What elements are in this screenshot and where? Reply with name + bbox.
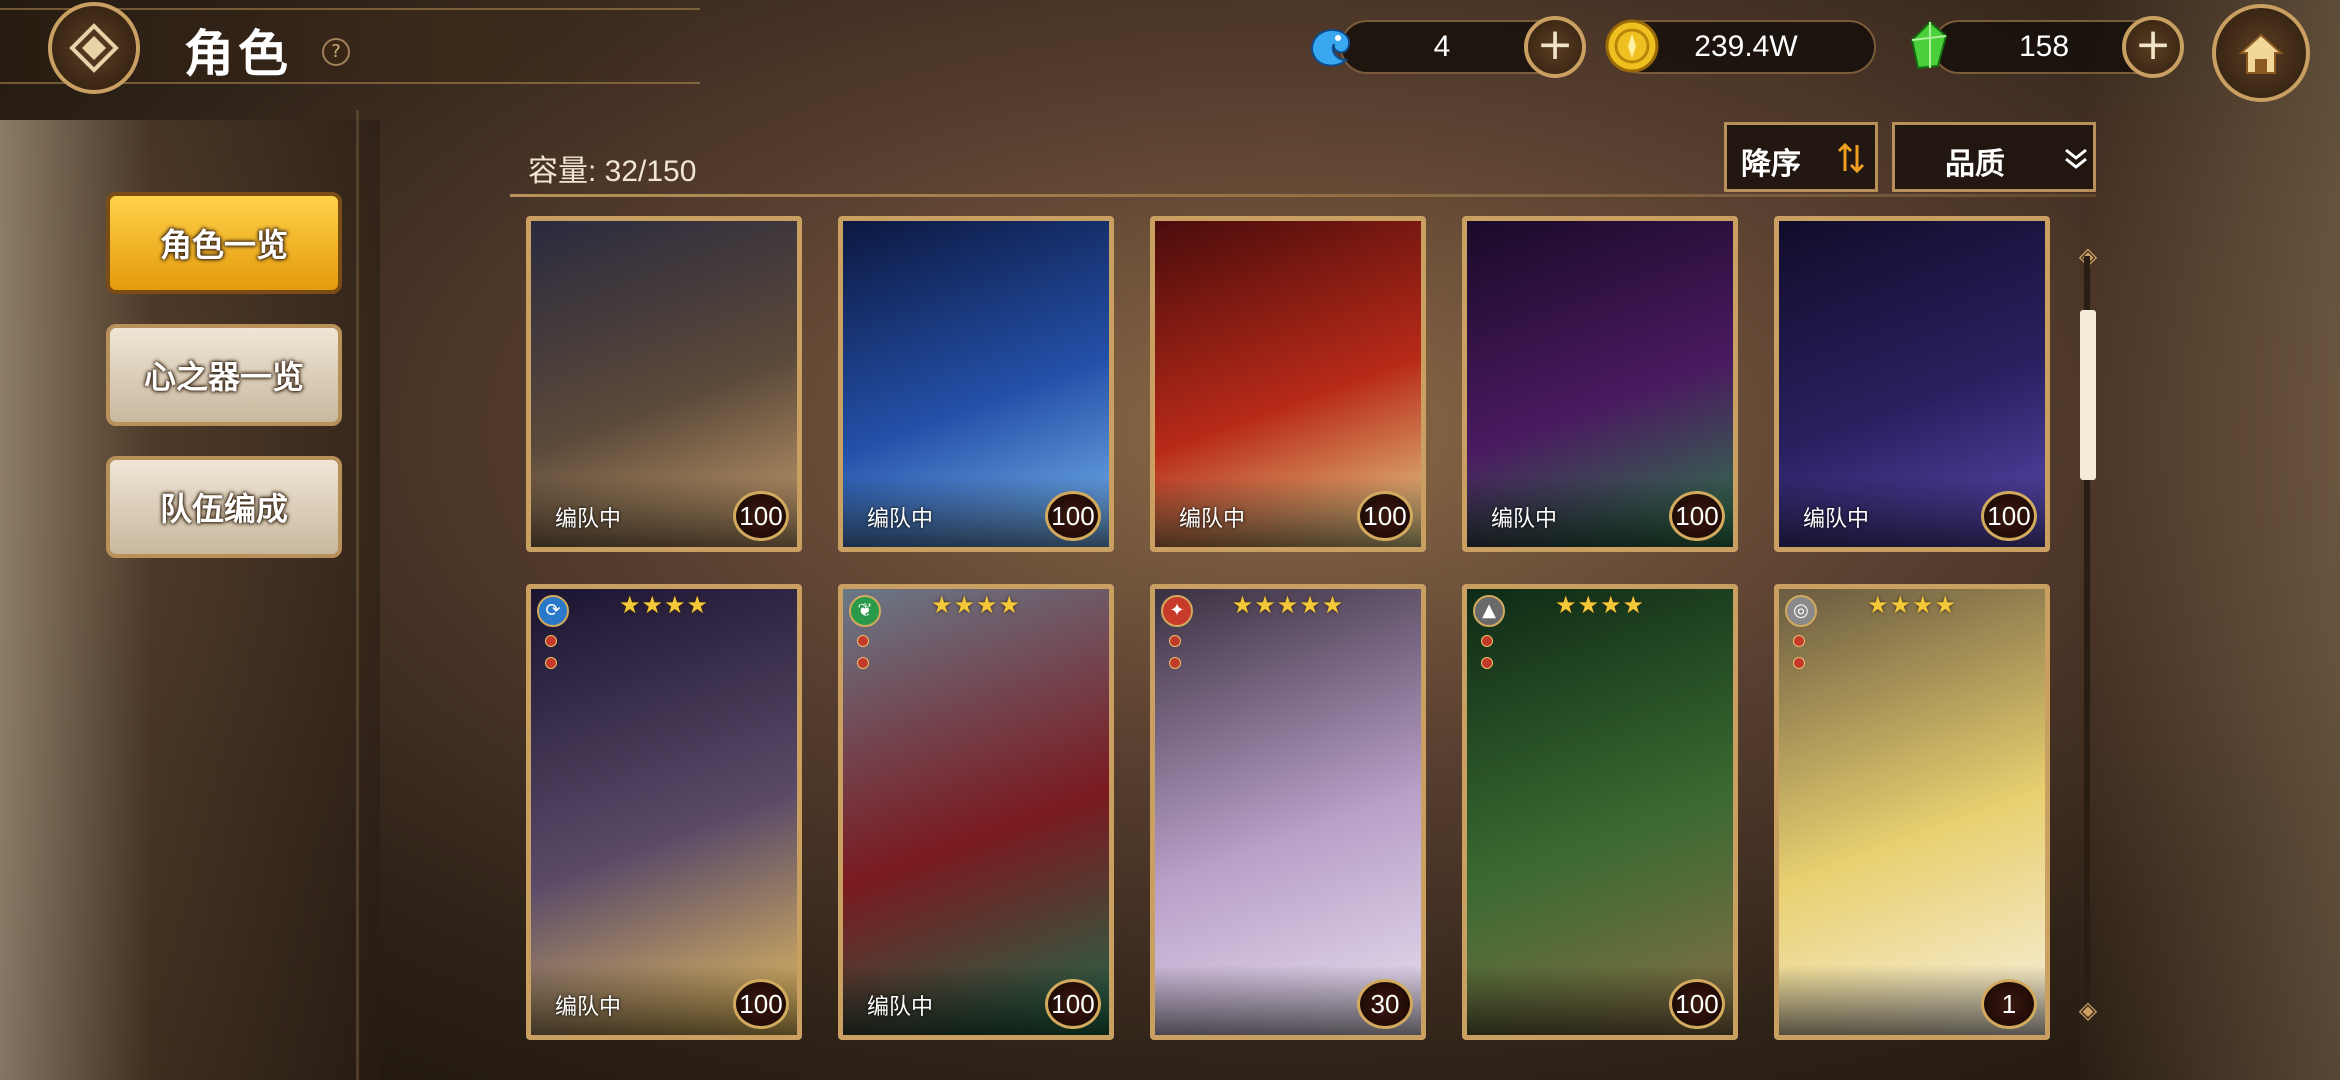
green-crystal-icon	[1910, 20, 1948, 70]
level-badge: 100	[733, 491, 789, 541]
in-team-status: 编队中	[555, 995, 622, 1020]
quality-filter-dropdown[interactable]: 品质	[1892, 122, 2096, 192]
home-button[interactable]	[2212, 4, 2310, 102]
gold-coin-icon	[1605, 19, 1659, 73]
level-badge: 100	[1669, 979, 1725, 1029]
element-icon: ▲	[1473, 595, 1505, 627]
character-card[interactable]: 编队中 100	[526, 216, 802, 552]
in-team-status: 编队中	[867, 995, 934, 1020]
rarity-stars: ★★★★★	[1231, 591, 1345, 619]
element-icon: ◎	[1785, 595, 1817, 627]
sidebar-item-heart-vessels[interactable]: 心之器一览	[106, 324, 342, 426]
level-badge: 100	[733, 979, 789, 1029]
chevron-down-double-icon	[2065, 148, 2087, 169]
in-team-status: 编队中	[1491, 507, 1558, 532]
sidebar-item-label: 队伍编成	[159, 490, 288, 528]
character-card[interactable]: ★★★★★ ✦ 30	[1150, 584, 1426, 1040]
level-badge: 100	[1045, 979, 1101, 1029]
scrollbar-thumb[interactable]	[2080, 310, 2096, 480]
home-icon	[2238, 33, 2284, 74]
level-badge: 100	[1357, 491, 1413, 541]
in-team-status: 编队中	[1179, 507, 1246, 532]
sidebar-item-characters[interactable]: 角色一览	[106, 192, 342, 294]
blue-bird-icon	[1311, 28, 1350, 67]
sidebar-item-label: 角色一览	[159, 226, 288, 264]
rarity-stars: ★★★★	[618, 591, 710, 619]
sort-order-label: 降序	[1741, 147, 1801, 182]
sidebar-item-label: 心之器一览	[143, 358, 304, 396]
level-badge: 1	[1981, 979, 2037, 1029]
character-card[interactable]: 编队中 100	[838, 216, 1114, 552]
top-bar: 角色 ? 4 + 239.4W 158 +	[0, 0, 2340, 102]
crystal-plus-button[interactable]: +	[2122, 16, 2184, 78]
background-right	[2080, 0, 2340, 1080]
level-badge: 100	[1981, 491, 2037, 541]
stamina-value: 4	[1433, 30, 1451, 63]
character-card[interactable]: ★★★★ ❦ 编队中 100	[838, 584, 1114, 1040]
level-badge: 100	[1669, 491, 1725, 541]
character-card[interactable]: ★★★★ ⟳ 编队中 100	[526, 584, 802, 1040]
character-card[interactable]: ★★★★ ◎ 1	[1774, 584, 2050, 1040]
sidebar-item-team-formation[interactable]: 队伍编成	[106, 456, 342, 558]
header-divider	[510, 194, 2096, 197]
capacity-label: 容量: 32/150	[528, 155, 697, 188]
sort-order-button[interactable]: 降序	[1724, 122, 1878, 192]
sort-arrows-icon	[1837, 142, 1865, 174]
stamina-plus-button[interactable]: +	[1524, 16, 1586, 78]
rarity-stars: ★★★★	[1866, 591, 1958, 619]
scroll-bottom-cap-icon: ◈	[2078, 996, 2098, 1024]
gold-value: 239.4W	[1694, 30, 1798, 63]
level-badge: 100	[1045, 491, 1101, 541]
rarity-stars: ★★★★	[1554, 591, 1646, 619]
page-title: 角色	[184, 24, 292, 83]
in-team-status: 编队中	[1803, 507, 1870, 532]
in-team-status: 编队中	[555, 507, 622, 532]
character-card[interactable]: 编队中 100	[1462, 216, 1738, 552]
skill-pips	[545, 635, 557, 679]
skill-pips	[857, 635, 869, 679]
character-card[interactable]: ★★★★ ▲ 100	[1462, 584, 1738, 1040]
skill-pips	[1481, 635, 1493, 679]
element-icon: ❦	[849, 595, 881, 627]
back-diamond-icon	[69, 23, 119, 73]
element-icon: ⟳	[537, 595, 569, 627]
element-icon: ✦	[1161, 595, 1193, 627]
plus-icon: +	[2134, 19, 2172, 70]
help-icon[interactable]: ?	[322, 38, 350, 66]
character-card[interactable]: 编队中 100	[1774, 216, 2050, 552]
crystal-value: 158	[2018, 30, 2070, 63]
quality-filter-label: 品质	[1945, 147, 2005, 182]
rarity-stars: ★★★★	[930, 591, 1022, 619]
skill-pips	[1793, 635, 1805, 679]
back-button[interactable]	[48, 2, 140, 94]
in-team-status: 编队中	[867, 507, 934, 532]
character-card[interactable]: 编队中 100	[1150, 216, 1426, 552]
skill-pips	[1169, 635, 1181, 679]
level-badge: 30	[1357, 979, 1413, 1029]
plus-icon: +	[1536, 19, 1574, 70]
